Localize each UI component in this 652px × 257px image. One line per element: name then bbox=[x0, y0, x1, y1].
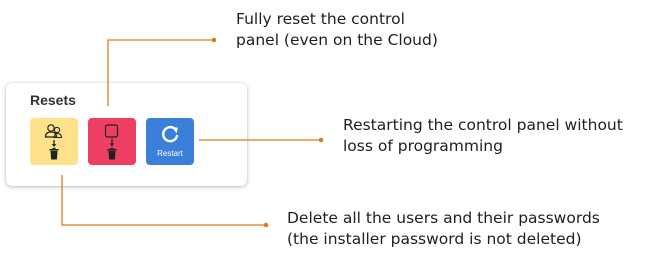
reset-callout: Fully reset the control panel (even on t… bbox=[236, 9, 438, 51]
delete-callout: Delete all the users and their passwords… bbox=[287, 208, 600, 250]
restart-callout: Restarting the control panel without los… bbox=[343, 115, 623, 157]
delete-leader-line bbox=[61, 175, 266, 226]
reset-callout-line-2: panel (even on the Cloud) bbox=[236, 31, 438, 49]
restart-callout-line-2: loss of programming bbox=[343, 137, 503, 155]
delete-leader-dot bbox=[263, 222, 269, 228]
delete-callout-line-2: (the installer password is not deleted) bbox=[287, 230, 582, 248]
reset-leader-line bbox=[107, 39, 214, 106]
reset-leader-dot bbox=[211, 37, 217, 43]
restart-callout-line-1: Restarting the control panel without bbox=[343, 116, 623, 134]
reset-callout-line-1: Fully reset the control bbox=[236, 10, 405, 28]
restart-leader-dot bbox=[318, 137, 324, 143]
delete-callout-line-1: Delete all the users and their passwords bbox=[287, 209, 600, 227]
